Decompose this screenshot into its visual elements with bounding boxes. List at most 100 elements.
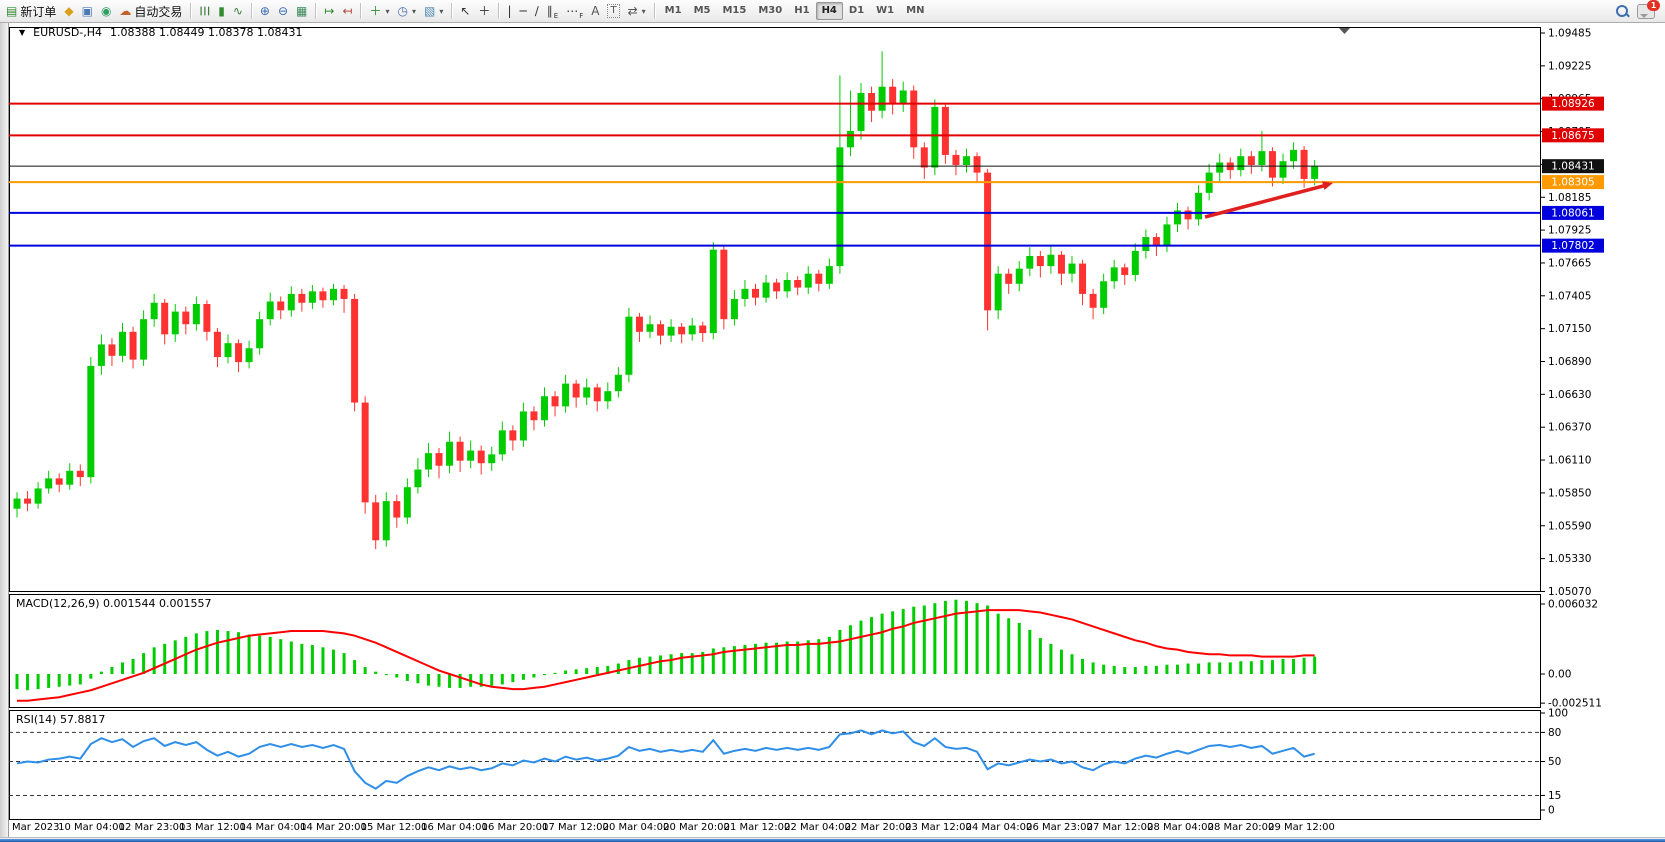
- fibonacci-button[interactable]: ⋯F: [562, 1, 587, 21]
- macd-histogram-bar: [343, 653, 346, 674]
- timeframe-button-m15[interactable]: M15: [716, 2, 752, 20]
- crosshair-button[interactable]: ＋: [474, 1, 494, 21]
- shapes-button[interactable]: ⇄▾: [624, 1, 650, 21]
- fibonacci-icon: ⋯: [566, 2, 578, 20]
- date-axis-label: 12 Mar 23:00: [119, 822, 186, 833]
- zoom-out-button[interactable]: ⊖: [274, 1, 292, 21]
- macd-histogram-bar: [174, 640, 177, 674]
- chart-shift-button[interactable]: ↤: [338, 1, 356, 21]
- channel-button[interactable]: ∥E: [543, 1, 562, 21]
- new-order-button[interactable]: ▤新订单: [2, 1, 60, 21]
- macd-histogram-bar: [902, 609, 905, 674]
- main-panel-frame: [10, 28, 1541, 592]
- toolbar-right-group: 1: [1615, 4, 1661, 19]
- vertical-line-button[interactable]: |: [503, 1, 515, 21]
- macd-histogram-bar: [680, 653, 683, 674]
- macd-histogram-bar: [205, 631, 208, 674]
- candlestick: [351, 294, 358, 412]
- timeframe-button-m30[interactable]: M30: [752, 2, 788, 20]
- price-tick-label: 1.05070: [1548, 586, 1591, 598]
- timeframe-button-m1[interactable]: M1: [659, 2, 688, 20]
- macd-histogram-bar: [891, 611, 894, 674]
- rsi-tick-label: 100: [1548, 708, 1568, 720]
- chart-symbol-period: EURUSD-,H4: [33, 26, 102, 39]
- timeframe-button-d1[interactable]: D1: [843, 2, 870, 20]
- text-button[interactable]: A: [587, 1, 603, 21]
- date-axis-label: 14 Mar 04:00: [240, 822, 307, 833]
- line-chart-button[interactable]: ∿: [229, 1, 247, 21]
- rsi-tick-label: 80: [1548, 727, 1561, 739]
- macd-histogram-bar: [195, 633, 198, 674]
- auto-scroll-button[interactable]: ↦: [320, 1, 338, 21]
- macd-tick-label: 0.00: [1548, 669, 1571, 681]
- periods-button[interactable]: ◷▾: [394, 1, 421, 21]
- cursor-button[interactable]: ↖: [456, 1, 474, 21]
- chart-canvas[interactable]: 1.094851.092251.089651.087051.084451.081…: [9, 23, 1665, 833]
- horizontal-line-button[interactable]: ─: [515, 1, 530, 21]
- macd-histogram-bar: [300, 644, 303, 674]
- macd-histogram-bar: [1060, 650, 1063, 674]
- date-axis-label: 22 Mar 04:00: [784, 822, 851, 833]
- date-axis-label: 27 Mar 12:00: [1087, 822, 1154, 833]
- price-tag-label: 1.08675: [1551, 130, 1594, 142]
- macd-histogram-bar: [1229, 662, 1232, 674]
- fibonacci-sub-label: F: [579, 12, 583, 20]
- macd-histogram-bar: [1239, 661, 1242, 674]
- signals-button[interactable]: ◉: [97, 1, 115, 21]
- macd-histogram-bar: [37, 674, 40, 689]
- macd-histogram-bar: [1039, 638, 1042, 674]
- timeframe-button-h4[interactable]: H4: [816, 2, 843, 20]
- price-tick-label: 1.05850: [1548, 487, 1591, 499]
- macd-histogram-bar: [1102, 665, 1105, 674]
- autotrading-label: 自动交易: [134, 3, 182, 20]
- macd-histogram-bar: [1218, 662, 1221, 674]
- chart-window[interactable]: ▼ EURUSD-,H4 1.08388 1.08449 1.08378 1.0…: [9, 23, 1665, 837]
- layouts-button[interactable]: ◆: [60, 1, 77, 21]
- cursor-icon: ↖: [460, 2, 470, 20]
- timeframe-button-w1[interactable]: W1: [870, 2, 900, 20]
- tile-windows-icon: ▦: [296, 2, 307, 20]
- vertical-line-icon: |: [507, 2, 511, 20]
- macd-histogram-bar: [564, 671, 567, 674]
- candlestick: [942, 103, 949, 164]
- macd-histogram-bar: [269, 637, 272, 674]
- timeframe-button-m5[interactable]: M5: [688, 2, 717, 20]
- metaeditor-button[interactable]: ▣: [78, 1, 97, 21]
- macd-histogram-bar: [290, 642, 293, 674]
- macd-histogram-bar: [585, 668, 588, 674]
- text-label-button[interactable]: T: [603, 1, 623, 21]
- zoom-in-button[interactable]: ⊕: [256, 1, 274, 21]
- macd-histogram-bar: [1176, 665, 1179, 674]
- workspace: ▼ EURUSD-,H4 1.08388 1.08449 1.08378 1.0…: [0, 23, 1665, 837]
- macd-histogram-bar: [775, 643, 778, 674]
- macd-histogram-bar: [132, 659, 135, 674]
- price-tick-label: 1.06110: [1548, 455, 1591, 467]
- zoom-out-icon: ⊖: [278, 2, 288, 20]
- window-splitter[interactable]: [0, 23, 9, 837]
- price-tag-label: 1.07802: [1551, 240, 1594, 252]
- macd-histogram-bar: [1049, 644, 1052, 674]
- timeframe-button-h1[interactable]: H1: [788, 2, 815, 20]
- indicators-button[interactable]: ＋▾: [365, 1, 393, 21]
- macd-histogram-bar: [501, 674, 504, 684]
- search-icon[interactable]: [1615, 4, 1629, 18]
- macd-histogram-bar: [933, 603, 936, 674]
- crosshair-icon: ＋: [478, 2, 490, 20]
- macd-histogram-bar: [1250, 661, 1253, 674]
- templates-button[interactable]: ▧▾: [420, 1, 447, 21]
- macd-histogram-bar: [511, 674, 514, 682]
- macd-histogram-bar: [1071, 654, 1074, 674]
- macd-histogram-bar: [554, 673, 557, 674]
- chat-bubble-icon[interactable]: 1: [1637, 4, 1655, 19]
- timeframe-button-mn[interactable]: MN: [900, 2, 930, 20]
- tile-windows-button[interactable]: ▦: [292, 1, 311, 21]
- macd-histogram-bar: [321, 647, 324, 674]
- collapse-arrow-icon[interactable]: ▼: [19, 28, 25, 37]
- candlestick-chart-button[interactable]: ▮: [214, 1, 229, 21]
- autotrading-button[interactable]: ☁自动交易: [115, 1, 186, 21]
- macd-histogram-bar: [923, 606, 926, 674]
- candlestick: [87, 357, 94, 483]
- bar-chart-button[interactable]: ☰: [195, 1, 214, 21]
- trendline-button[interactable]: ∕: [531, 1, 543, 21]
- macd-histogram-bar: [881, 614, 884, 674]
